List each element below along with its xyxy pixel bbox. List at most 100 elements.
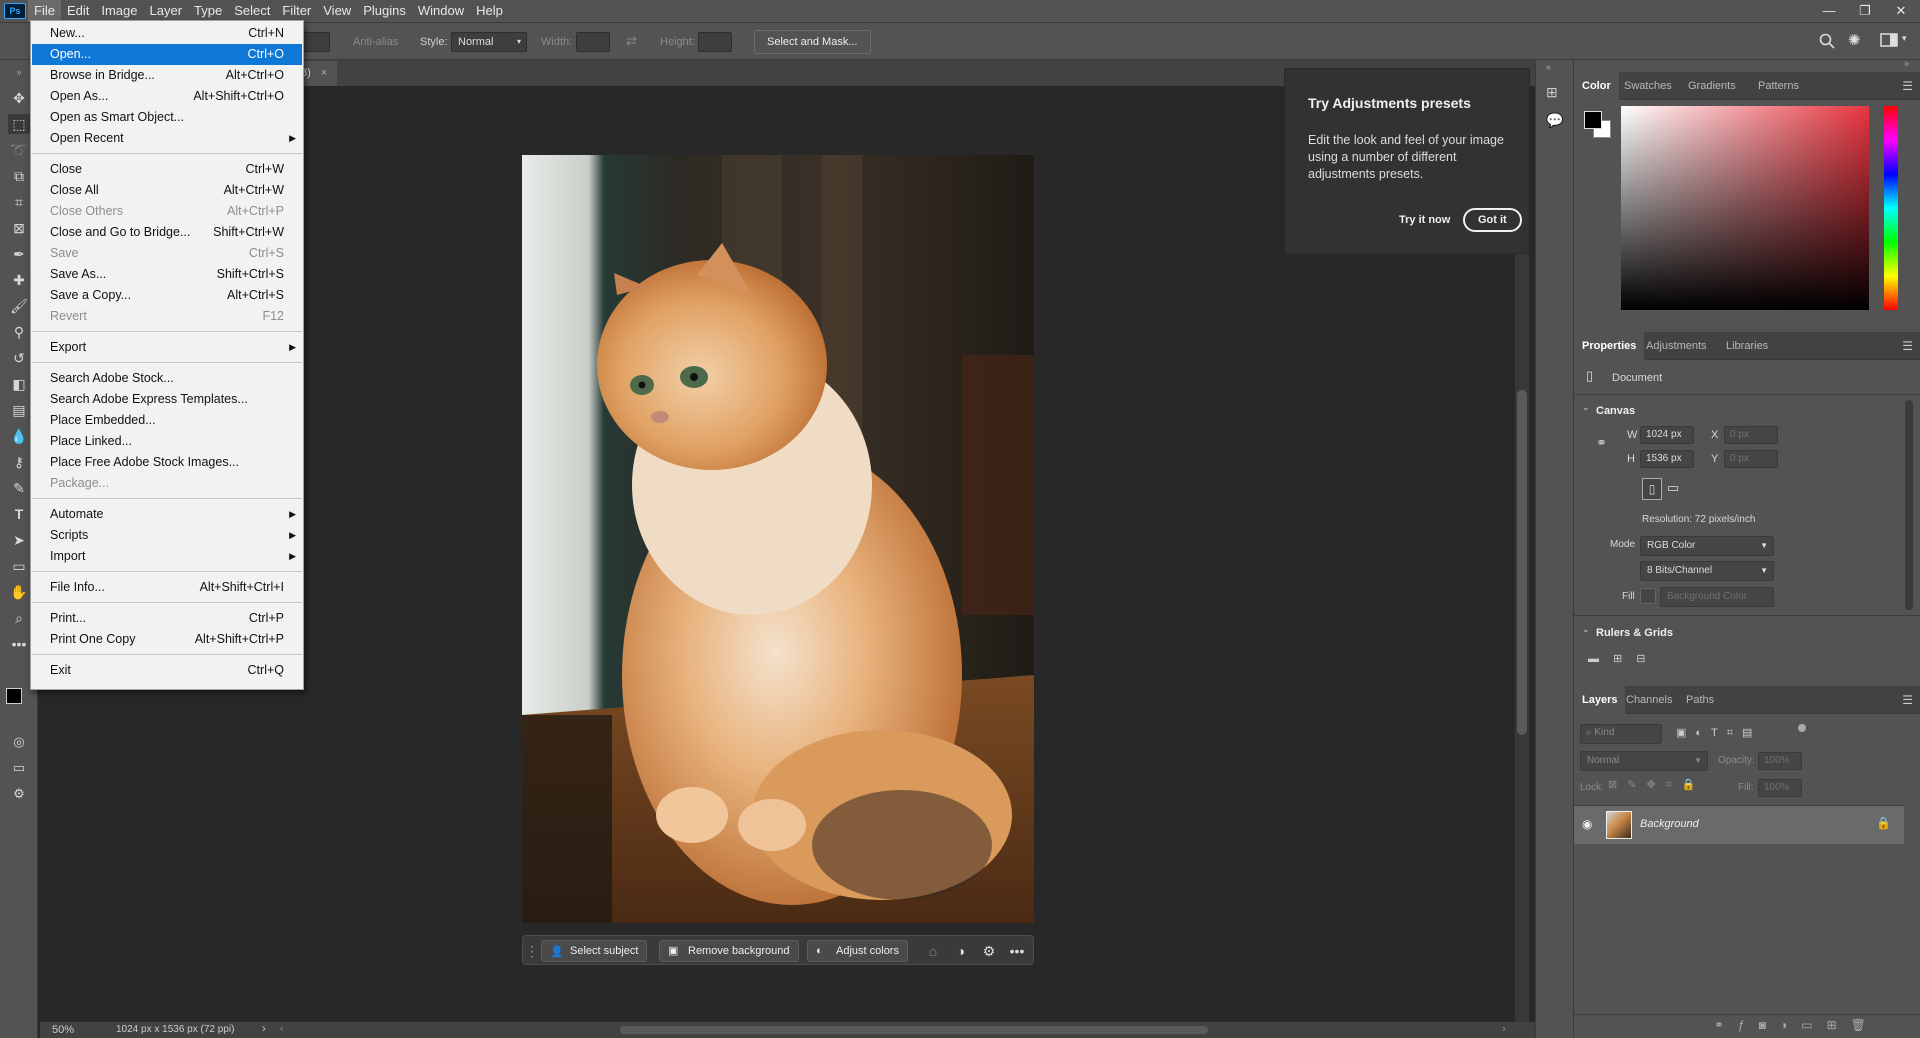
menu-item-save-a-copy[interactable]: Save a Copy... Alt+Ctrl+S [32,285,302,306]
menu-item-place-embedded[interactable]: Place Embedded... [32,410,302,431]
comments-panel-icon[interactable]: 💬 [1546,112,1563,129]
got-it-button[interactable]: Got it [1463,208,1522,232]
expand-toolbar-icon[interactable]: » [8,62,30,82]
vertical-scroll-thumb[interactable] [1517,390,1527,735]
eye-visibility-icon[interactable]: ◉ [1582,817,1592,831]
menu-item-print-one-copy[interactable]: Print One Copy Alt+Shift+Ctrl+P [32,629,302,650]
object-selection-tool-icon[interactable]: ⧉ [8,166,30,186]
menu-file[interactable]: File [28,0,61,22]
horizontal-scroll-thumb[interactable] [620,1026,1208,1034]
generate-icon[interactable]: ⚙ [979,942,999,960]
select-subject-button[interactable]: 👤 Select subject [541,940,648,962]
path-selection-tool-icon[interactable]: ➤ [8,530,30,550]
clone-stamp-tool-icon[interactable]: ⚲ [8,322,30,342]
menu-item-save-as[interactable]: Save As... Shift+Ctrl+S [32,264,302,285]
dodge-tool-icon[interactable]: ⚷ [8,452,30,472]
menu-item-open[interactable]: Open... Ctrl+O [32,44,302,65]
canvas-height-field[interactable]: 1536 px [1640,450,1694,468]
layer-kind-filter[interactable]: ⌕ Kind [1580,724,1662,744]
menu-item-close-others[interactable]: Close Others Alt+Ctrl+P [32,201,302,222]
canvas-section-title[interactable]: Canvas [1596,405,1635,417]
height-field[interactable] [698,32,732,52]
photoshop-logo-icon[interactable]: Ps [4,3,26,19]
menu-window[interactable]: Window [412,0,470,22]
canvas-image[interactable] [522,155,1034,923]
eyedropper-tool-icon[interactable]: ✒ [8,244,30,264]
pen-tool-icon[interactable]: ✎ [8,478,30,498]
rulers-grids-section-title[interactable]: Rulers & Grids [1596,627,1673,639]
style-select[interactable]: Normal ▾ [451,32,527,52]
panel-menu-icon[interactable]: ☰ [1902,79,1913,93]
tab-libraries[interactable]: Libraries [1718,332,1776,360]
eraser-tool-icon[interactable]: ◧ [8,374,30,394]
menu-plugins[interactable]: Plugins [357,0,412,22]
quick-mask-icon[interactable]: ◎ [8,732,30,752]
workspace-icon[interactable] [1880,32,1898,48]
menu-select[interactable]: Select [228,0,276,22]
link-icon[interactable]: ⚭ [1596,435,1607,451]
tab-adjustments[interactable]: Adjustments [1638,332,1715,360]
menu-item-file-info[interactable]: File Info... Alt+Shift+Ctrl+I [32,577,302,598]
edit-toolbar-icon[interactable]: ⚙ [8,784,30,804]
menu-item-package[interactable]: Package... [32,473,302,494]
menu-type[interactable]: Type [188,0,228,22]
healing-brush-tool-icon[interactable]: ✚ [8,270,30,290]
frame-tool-icon[interactable]: ⊠ [8,218,30,238]
menu-item-new[interactable]: New... Ctrl+N [32,23,302,44]
foreground-color-swatch[interactable] [1584,111,1602,129]
lasso-tool-icon[interactable]: ➰ [8,140,30,160]
mask-icon[interactable]: ⌂ [923,942,943,960]
blend-mode-select[interactable]: Normal ▼ [1580,751,1708,771]
try-it-now-button[interactable]: Try it now [1393,208,1456,232]
feather-field[interactable] [300,32,330,52]
move-tool-icon[interactable]: ✥ [8,88,30,108]
tab-color[interactable]: Color [1574,72,1619,100]
tab-paths[interactable]: Paths [1678,686,1722,714]
hand-tool-icon[interactable]: ✋ [8,582,30,602]
color-picker-field[interactable] [1621,106,1869,310]
filter-toggle-icon[interactable] [1798,724,1806,732]
menu-item-browse-in-bridge[interactable]: Browse in Bridge... Alt+Ctrl+O [32,65,302,86]
canvas-y-field[interactable]: 0 px [1724,450,1778,468]
menu-item-open-as[interactable]: Open As... Alt+Shift+Ctrl+O [32,86,302,107]
menu-filter[interactable]: Filter [276,0,317,22]
layer-row[interactable]: ◉ Background 🔒 [1574,806,1904,844]
close-window-button[interactable]: ✕ [1884,0,1918,22]
menu-item-revert[interactable]: Revert F12 [32,306,302,327]
menu-layer[interactable]: Layer [144,0,189,22]
search-icon[interactable] [1818,32,1836,50]
close-tab-icon[interactable]: × [321,67,327,79]
blur-tool-icon[interactable]: 💧 [8,426,30,446]
menu-item-scripts[interactable]: Scripts ▶ [32,525,302,546]
menu-item-save[interactable]: Save Ctrl+S [32,243,302,264]
menu-item-search-adobe-stock[interactable]: Search Adobe Stock... [32,368,302,389]
panel-menu-icon[interactable]: ☰ [1902,693,1913,707]
chevron-down-icon[interactable]: ▾ [1902,33,1907,44]
chevron-left-icon[interactable]: ‹ [280,1023,284,1035]
adjust-colors-button[interactable]: ◐ Adjust colors [807,940,908,962]
menu-help[interactable]: Help [470,0,509,22]
layer-filter-icons[interactable]: ▣◐T⌗▤ [1676,726,1761,740]
menu-item-close-and-go-to-bridge[interactable]: Close and Go to Bridge... Shift+Ctrl+W [32,222,302,243]
zoom-tool-icon[interactable]: ⌕ [8,608,30,628]
lock-icon[interactable]: 🔒 [1876,816,1891,830]
menu-item-close-all[interactable]: Close All Alt+Ctrl+W [32,180,302,201]
swap-icon[interactable]: ⇄ [626,33,637,49]
menu-item-search-express-templates[interactable]: Search Adobe Express Templates... [32,389,302,410]
opacity-field[interactable]: 100% [1758,752,1802,770]
menu-item-automate[interactable]: Automate ▶ [32,504,302,525]
menu-item-print[interactable]: Print... Ctrl+P [32,608,302,629]
brush-tool-icon[interactable]: 🖌 [8,296,30,316]
tab-properties[interactable]: Properties [1574,332,1645,360]
canvas-width-field[interactable]: 1024 px [1640,426,1694,444]
marquee-tool-icon[interactable]: ⬚ [8,114,30,134]
chevron-right-icon[interactable]: › [1502,1023,1506,1035]
properties-scrollbar[interactable] [1905,400,1913,610]
landscape-orientation-icon[interactable]: ▭ [1667,480,1679,496]
fill-select[interactable]: Background Color [1660,587,1774,607]
lightbulb-icon[interactable]: ✺ [1848,31,1861,49]
history-panel-icon[interactable]: ⊞ [1546,84,1558,101]
menu-item-place-free-stock[interactable]: Place Free Adobe Stock Images... [32,452,302,473]
collapse-panels-icon[interactable]: » [1904,58,1909,68]
ruler-grid-icons[interactable]: ▬⊞⊟ [1588,652,1659,665]
